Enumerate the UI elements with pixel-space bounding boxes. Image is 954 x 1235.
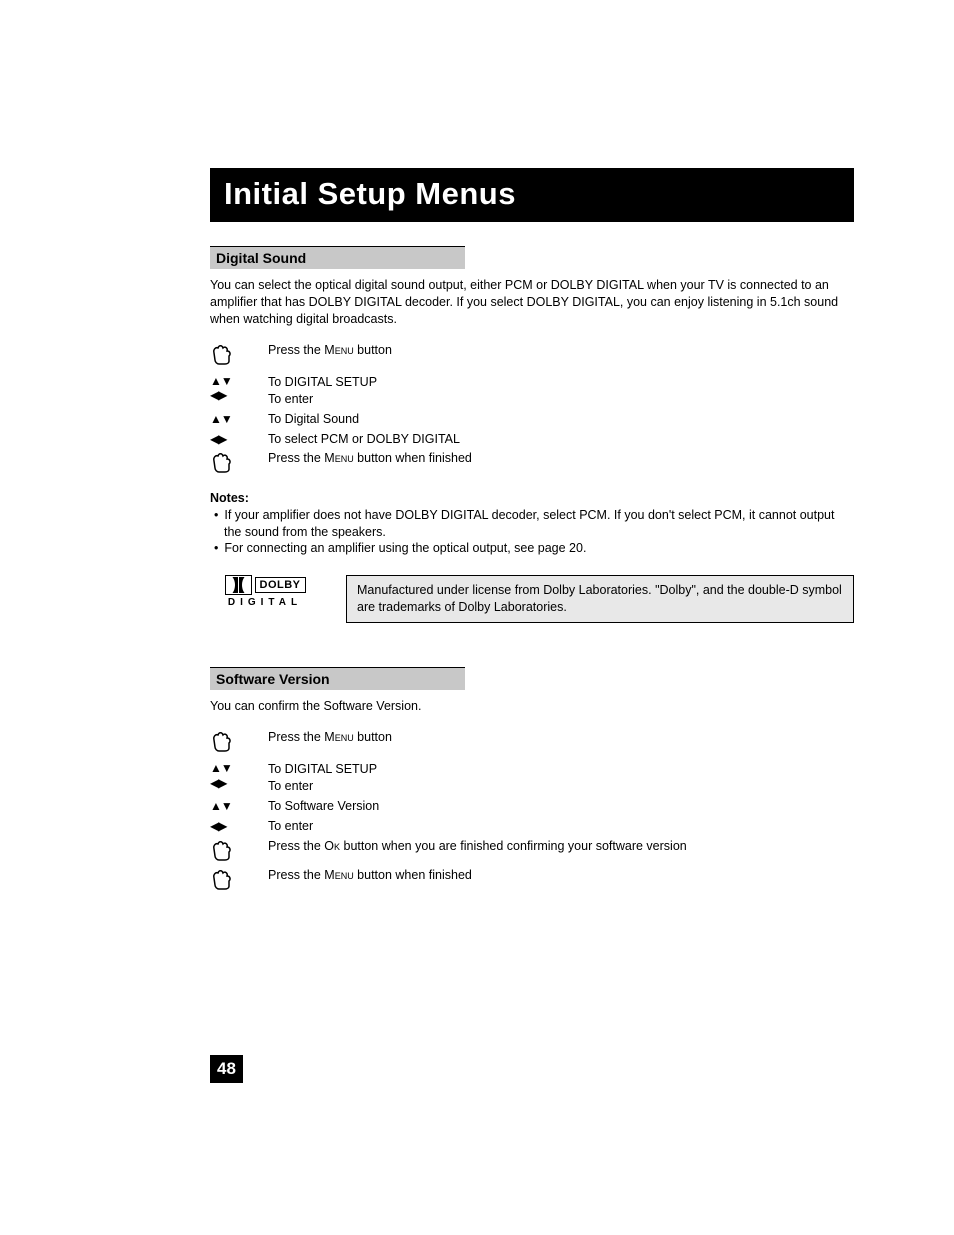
- section-heading-digital-sound: Digital Sound: [210, 246, 465, 269]
- manual-page: Initial Setup Menus Digital Sound You ca…: [0, 0, 954, 947]
- leftright-arrows-icon: ◀▶: [210, 431, 268, 446]
- dolby-license-text: Manufactured under license from Dolby La…: [346, 575, 854, 623]
- software-version-steps: Press the Menu button ▲▼◀▶ To DIGITAL SE…: [210, 729, 854, 893]
- updown-arrows-icon: ▲▼: [210, 798, 268, 813]
- step-text: To enter: [268, 818, 313, 835]
- note-item: If your amplifier does not have DOLBY DI…: [210, 507, 854, 541]
- step-text: To DIGITAL SETUPTo enter: [268, 761, 377, 795]
- dolby-brand-text: DOLBY: [255, 577, 306, 593]
- leftright-arrows-icon: ◀▶: [210, 818, 268, 833]
- step-text: Press the Ok button when you are finishe…: [268, 838, 687, 855]
- dolby-row: DOLBY DIGITAL Manufactured under license…: [210, 575, 854, 623]
- step-text: Press the Menu button when finished: [268, 867, 472, 884]
- step-text: Press the Menu button: [268, 342, 392, 359]
- dolby-digital-text: DIGITAL: [210, 597, 320, 608]
- step-text: Press the Menu button when finished: [268, 450, 472, 467]
- notes-list: If your amplifier does not have DOLBY DI…: [210, 507, 854, 558]
- hand-press-icon: [210, 450, 268, 476]
- hand-press-icon: [210, 342, 268, 368]
- notes-heading: Notes:: [210, 491, 854, 505]
- page-number: 48: [210, 1055, 243, 1083]
- updown-arrows-icon: ▲▼◀▶: [210, 761, 268, 790]
- page-title: Initial Setup Menus: [224, 176, 840, 212]
- step-text: To select PCM or DOLBY DIGITAL: [268, 431, 460, 448]
- step-text: To Digital Sound: [268, 411, 359, 428]
- dolby-double-d-icon: [225, 575, 252, 595]
- step-text: To DIGITAL SETUPTo enter: [268, 374, 377, 408]
- step-text: To Software Version: [268, 798, 379, 815]
- section-heading-software-version: Software Version: [210, 667, 465, 690]
- digital-sound-intro: You can select the optical digital sound…: [210, 277, 854, 328]
- note-item: For connecting an amplifier using the op…: [210, 540, 854, 557]
- hand-press-icon: [210, 729, 268, 755]
- updown-arrows-icon: ▲▼: [210, 411, 268, 426]
- updown-arrows-icon: ▲▼◀▶: [210, 374, 268, 403]
- hand-press-icon: [210, 838, 268, 864]
- digital-sound-steps: Press the Menu button ▲▼◀▶ To DIGITAL SE…: [210, 342, 854, 477]
- hand-press-icon: [210, 867, 268, 893]
- page-title-bar: Initial Setup Menus: [210, 168, 854, 222]
- dolby-digital-logo: DOLBY DIGITAL: [210, 575, 320, 608]
- software-version-intro: You can confirm the Software Version.: [210, 698, 854, 715]
- step-text: Press the Menu button: [268, 729, 392, 746]
